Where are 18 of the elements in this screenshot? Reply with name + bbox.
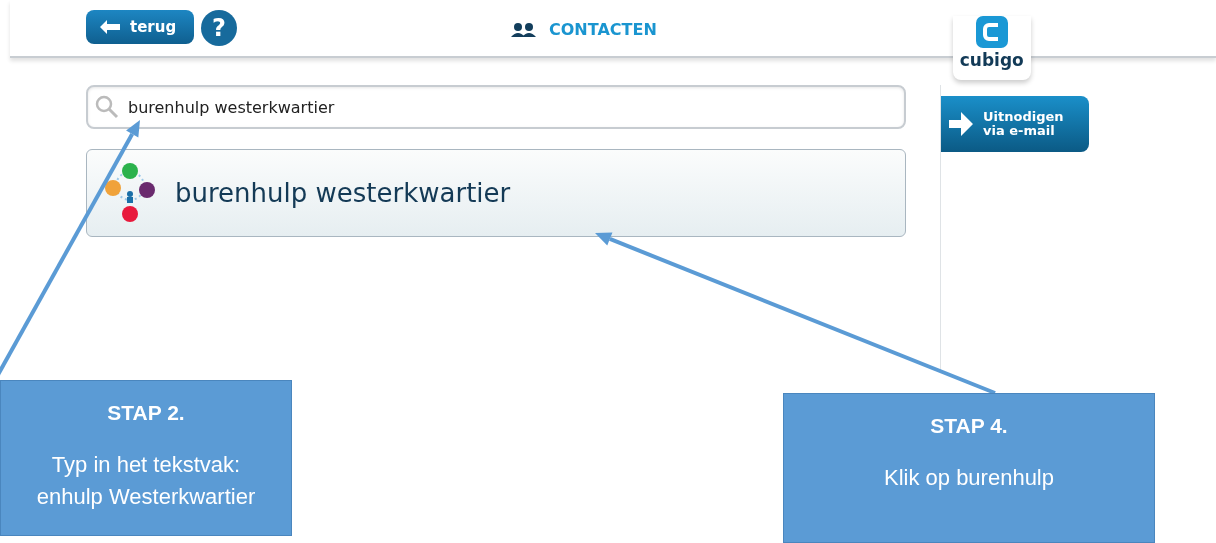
callout-title: STAP 4. [930,414,1008,438]
people-icon [511,22,537,37]
help-button[interactable]: ? [201,10,237,46]
arrow-right-icon [949,112,973,136]
result-item[interactable]: burenhulp westerkwartier [86,149,906,237]
callout-text: enhulp Westerkwartier [36,483,256,511]
logo: cubigo [952,16,1031,80]
page-title: CONTACTEN [549,20,657,39]
invite-button[interactable]: Uitnodigen via e-mail [941,96,1089,152]
callout-title: STAP 2. [107,401,185,425]
back-button[interactable]: terug [86,10,194,44]
search-icon [95,95,119,119]
result-name: burenhulp westerkwartier [175,178,511,208]
search-field[interactable]: burenhulp westerkwartier [86,85,906,129]
arrow-left-icon [100,20,120,34]
callout-text: Klik op burenhulp [884,464,1054,492]
logo-icon [975,16,1008,48]
callout-text: Typ in het tekstvak: [51,451,241,479]
